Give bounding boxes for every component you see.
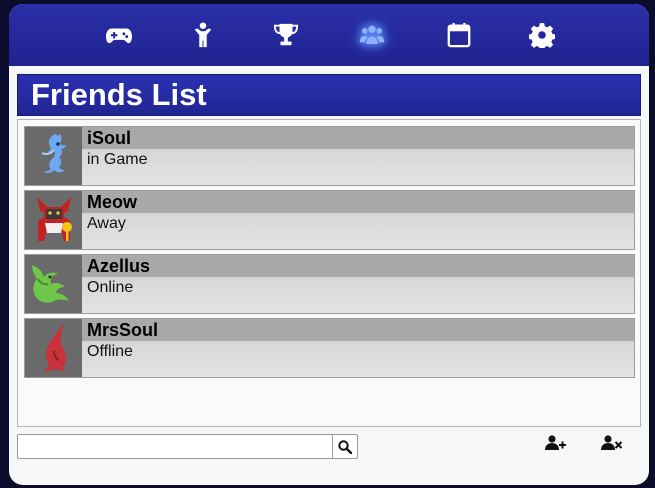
friend-name: MrsSoul [82,319,634,341]
search-box [17,434,358,459]
red-creature-avatar [25,191,82,249]
friend-status: Away [82,213,634,249]
top-navigation-bar [9,4,649,66]
search-icon [338,439,352,454]
friend-name: Meow [82,191,634,213]
red-bulb-avatar [25,319,82,377]
friend-name: iSoul [82,127,634,149]
remove-friend-icon [601,435,623,450]
panel-header: Friends List [17,74,641,116]
add-friend-button[interactable] [544,432,568,454]
page-title: Friends List [31,77,207,112]
friend-status: Online [82,277,634,313]
friend-row-meow[interactable]: Meow Away [24,190,635,250]
search-button[interactable] [332,435,357,458]
gamepad-icon[interactable] [105,21,133,49]
friend-status: Offline [82,341,634,377]
gear-icon[interactable] [528,21,556,49]
friends-window: Friends List iSoul in Game Meow Away Aze… [9,4,649,485]
friend-status: in Game [82,149,634,185]
friends-icon[interactable] [358,21,386,49]
calendar-icon[interactable] [445,21,473,49]
friend-row-isoul[interactable]: iSoul in Game [24,126,635,186]
green-creature-avatar [25,255,82,313]
search-input[interactable] [18,435,332,458]
person-icon[interactable] [189,21,217,49]
friend-row-mrssoul[interactable]: MrsSoul Offline [24,318,635,378]
blue-creature-avatar [25,127,82,185]
friends-list: iSoul in Game Meow Away Azellus Online M… [17,119,641,427]
trophy-icon[interactable] [272,21,300,49]
add-friend-icon [545,435,566,450]
friend-row-azellus[interactable]: Azellus Online [24,254,635,314]
remove-friend-button[interactable] [600,432,624,454]
friend-name: Azellus [82,255,634,277]
